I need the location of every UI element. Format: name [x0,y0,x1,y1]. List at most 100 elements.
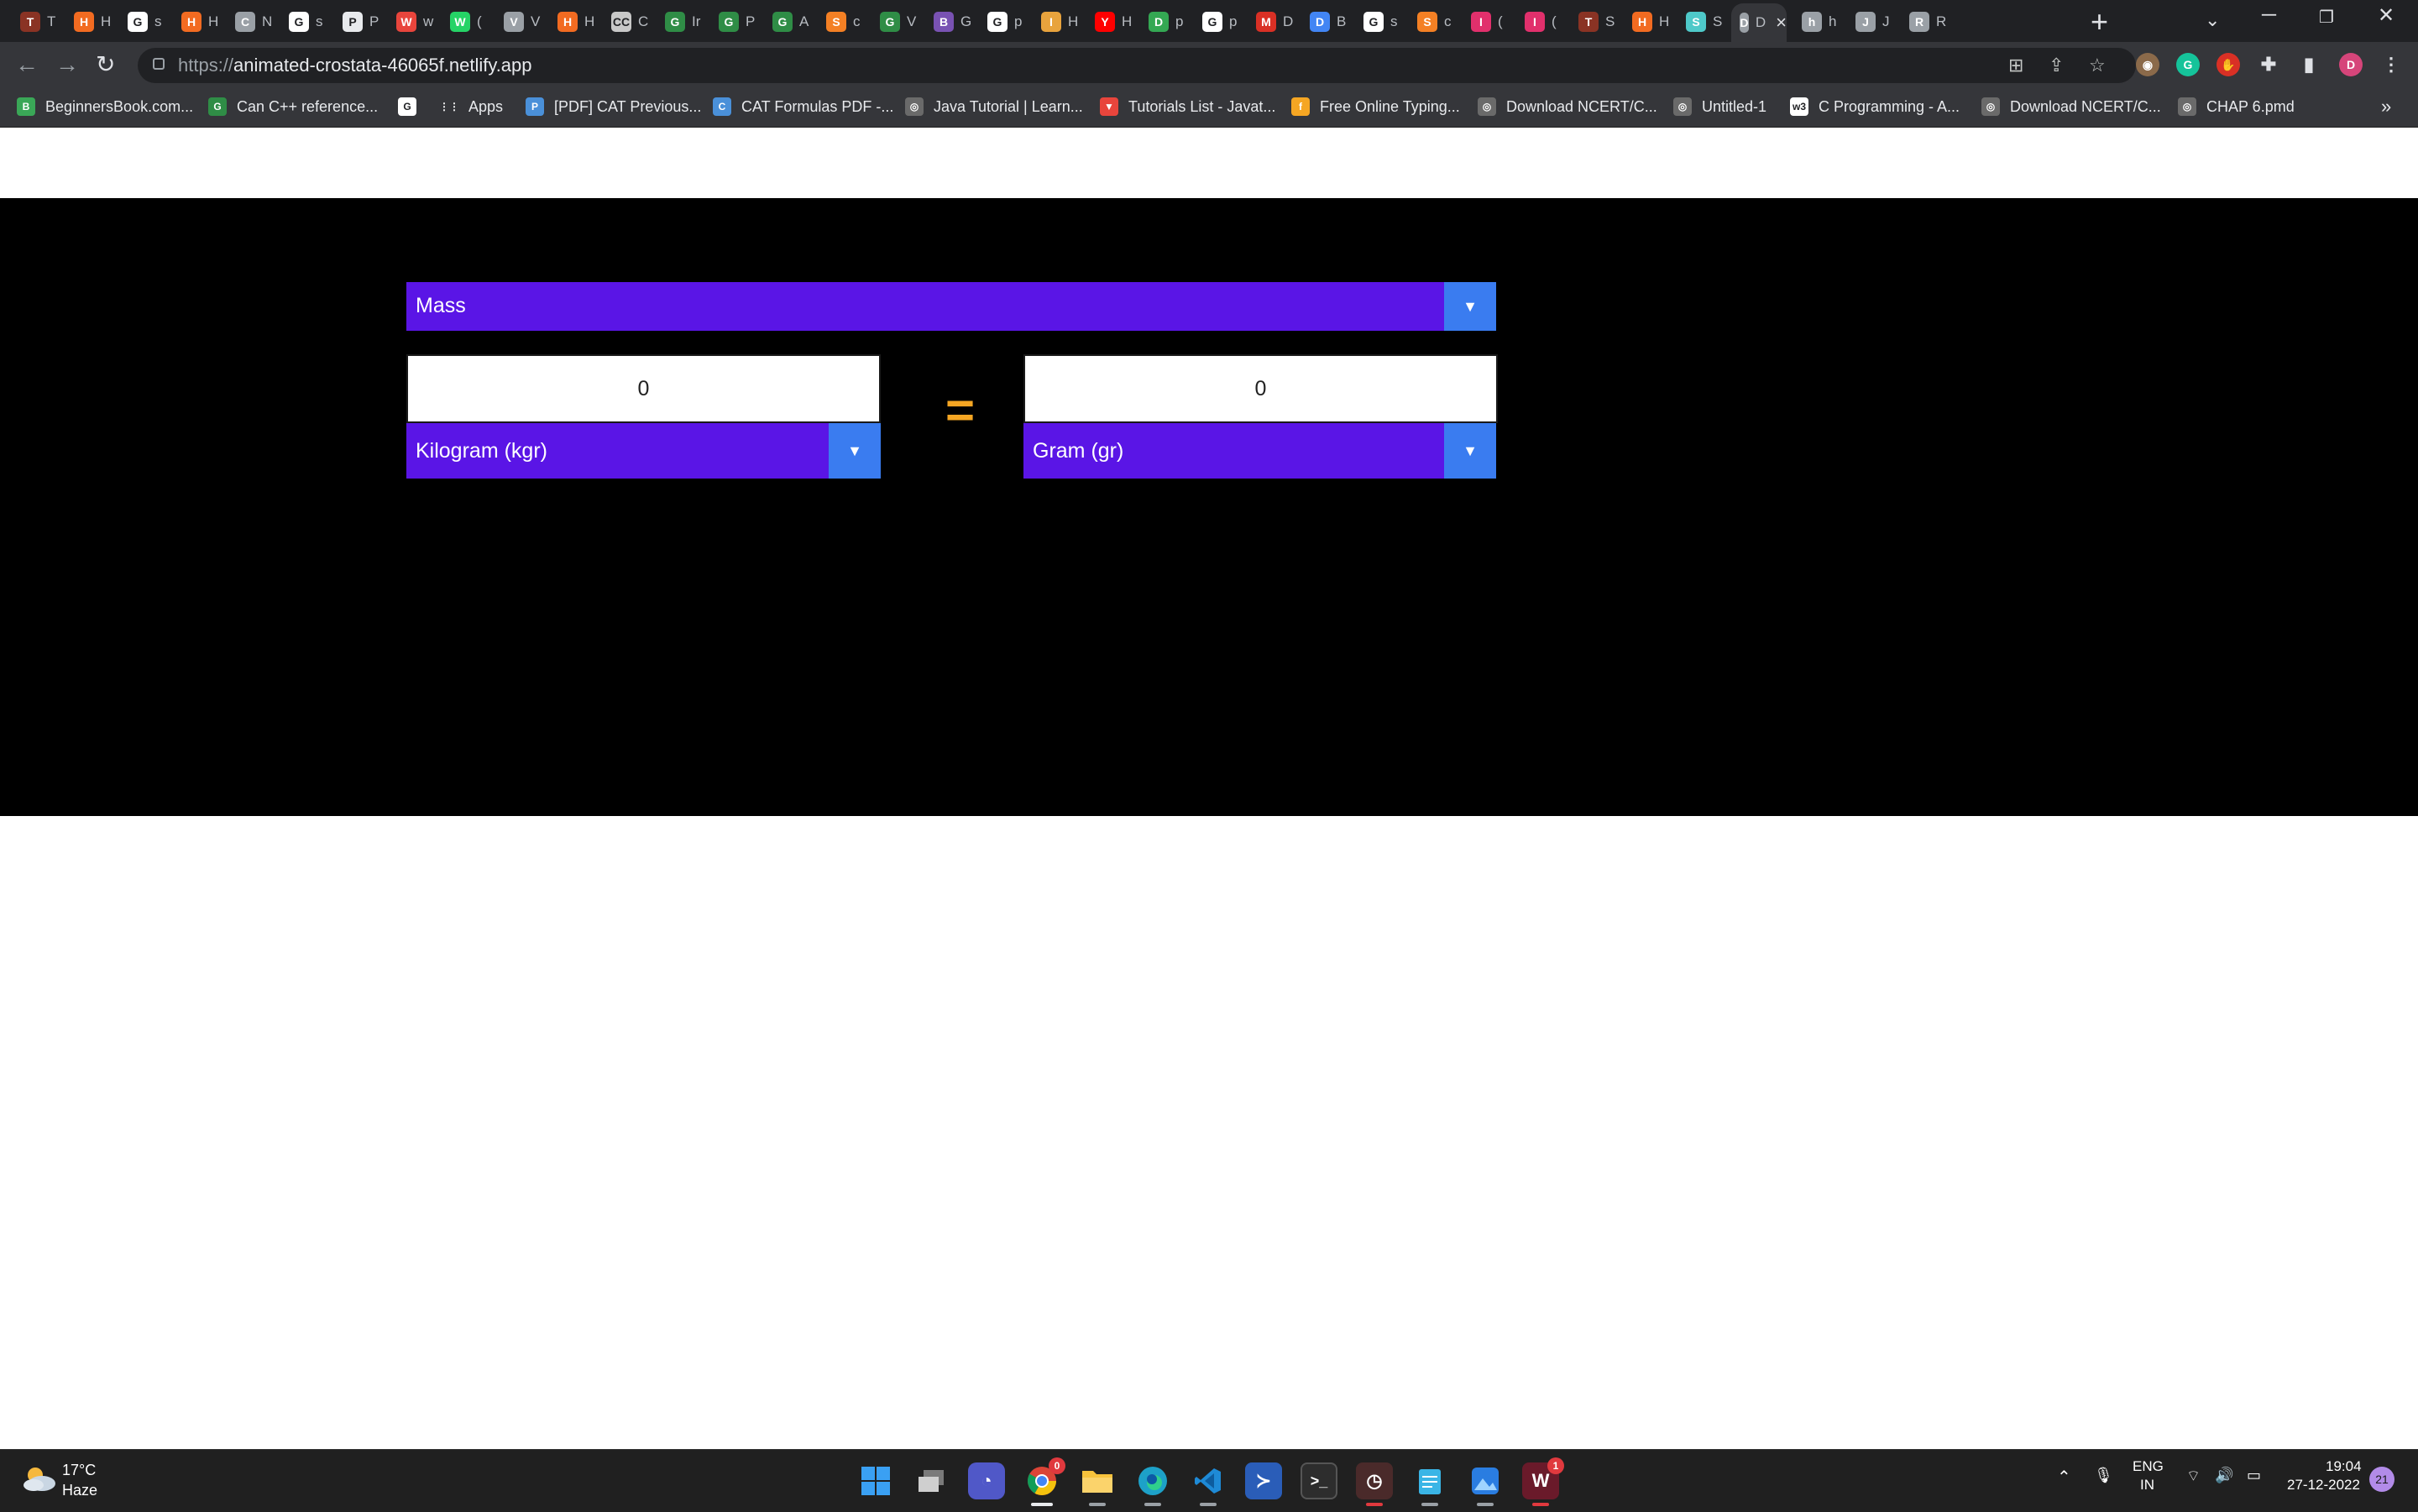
browser-tab[interactable]: Gp [979,5,1033,39]
terminal-icon[interactable]: >_ [1301,1462,1337,1499]
browser-tab[interactable]: I( [1516,5,1570,39]
bookmark-item[interactable]: f Free Online Typing... [1291,97,1460,116]
browser-tab[interactable]: Gp [1194,5,1248,39]
browser-tab[interactable]: MD [1248,5,1301,39]
region-code[interactable]: IN [2140,1477,2154,1494]
app-w-icon[interactable]: W 1 [1522,1457,1564,1506]
browser-tab[interactable]: Dp [1140,5,1194,39]
browser-tab[interactable]: BG [925,5,979,39]
browser-tab[interactable]: GA [764,5,818,39]
browser-tab[interactable]: D D × [1731,3,1787,42]
browser-tab[interactable]: Gs [1355,5,1409,39]
bookmark-item[interactable]: P [PDF] CAT Previous... [526,97,701,116]
battery-icon[interactable]: ▭ [2247,1467,2261,1484]
bookmark-item[interactable]: ◎ Java Tutorial | Learn... [905,97,1083,116]
browser-tab[interactable]: W( [442,5,495,39]
bookmark-item[interactable]: C CAT Formulas PDF -... [713,97,893,116]
bookmark-item[interactable]: G [398,97,427,116]
from-unit-select[interactable]: Kilogram (kgr) ▼ [406,423,881,479]
forward-arrow-icon[interactable]: → [55,52,79,77]
show-hidden-icons-chevron-icon[interactable]: ⌃ [2057,1467,2071,1488]
notepad-icon[interactable] [1411,1462,1448,1506]
browser-tab[interactable]: SS [1677,5,1731,39]
bookmark-item[interactable]: ◎ CHAP 6.pmd [2178,97,2295,116]
from-value-input[interactable]: 0 [406,354,881,423]
browser-tab[interactable]: IH [1033,5,1086,39]
clock-time[interactable]: 19:04 [2326,1458,2362,1475]
teams-chat-icon[interactable]: ◔ [968,1462,1005,1499]
address-bar[interactable]: https://animated-crostata-46065f.netlify… [138,48,2136,83]
browser-tab[interactable]: VV [495,5,549,39]
to-unit-select[interactable]: Gram (gr) ▼ [1023,423,1496,479]
clock-date[interactable]: 27-12-2022 [2287,1477,2360,1494]
side-panel-icon[interactable]: ▮ [2297,53,2321,76]
bookmark-item[interactable]: ⋮⋮ Apps [439,97,503,116]
browser-tab[interactable]: G Ir [657,5,710,39]
bookmark-star-icon[interactable]: ☆ [2089,55,2106,76]
photos-icon[interactable] [1467,1462,1504,1506]
restore-icon[interactable]: ❐ [2319,7,2334,28]
bookmark-item[interactable]: ◎ Untitled-1 [1673,97,1766,116]
close-tab-icon[interactable]: × [1776,12,1787,34]
bookmark-item[interactable]: B BeginnersBook.com... [17,97,193,116]
browser-tab[interactable]: hh [1793,5,1847,39]
weather-haze-icon[interactable] [18,1462,59,1495]
browser-tab[interactable]: TT [12,5,65,39]
dropdown-arrow-icon[interactable]: ▼ [1444,423,1496,479]
microphone-icon[interactable]: 🎙 [2094,1467,2113,1484]
minimize-icon[interactable]: ─ [2262,3,2276,27]
browser-tab[interactable]: PP [334,5,388,39]
task-view-icon[interactable] [913,1462,950,1499]
bookmark-item[interactable]: ◎ Download NCERT/C... [1981,97,2161,116]
browser-tab[interactable]: TS [1570,5,1624,39]
adblock-hand-icon[interactable]: ✋ [2216,53,2240,76]
bookmark-item[interactable]: ◎ Download NCERT/C... [1478,97,1657,116]
browser-tab[interactable]: Gs [119,5,173,39]
start-windows-icon[interactable] [857,1462,894,1499]
extensions-puzzle-icon[interactable]: ✚ [2257,53,2280,76]
grammarly-icon[interactable]: G [2176,53,2200,76]
chrome-icon[interactable]: 0 [1023,1457,1065,1506]
bookmark-item[interactable]: ▼ Tutorials List - Javat... [1100,97,1275,116]
extension-owl-icon[interactable]: ◉ [2136,53,2159,76]
new-tab-button[interactable]: + [2091,7,2108,37]
browser-tab[interactable]: GV [871,5,925,39]
browser-tab[interactable]: GP [710,5,764,39]
vscode-icon[interactable] [1190,1462,1227,1506]
browser-tab[interactable]: RR [1901,5,1955,39]
tab-search-chevron-icon[interactable]: ⌄ [2205,9,2220,31]
bookmark-item[interactable]: w3 C Programming - A... [1790,97,1960,116]
share-icon[interactable]: ⇪ [2049,55,2064,76]
browser-tab[interactable]: YH [1086,5,1140,39]
powershell-icon[interactable]: ≻ [1245,1462,1282,1499]
dropdown-arrow-icon[interactable]: ▼ [829,423,881,479]
reload-icon[interactable]: ↻ [96,52,115,77]
file-explorer-folder-icon[interactable] [1079,1462,1116,1506]
profile-avatar[interactable]: D [2339,53,2363,76]
more-bookmarks-icon[interactable]: » [2381,96,2391,118]
timer-clock-icon[interactable]: ◷ [1356,1462,1393,1506]
bookmark-item[interactable]: G Can C++ reference... [208,97,378,116]
edge-icon[interactable] [1134,1462,1171,1506]
browser-tab[interactable]: Sc [818,5,871,39]
dropdown-arrow-icon[interactable]: ▼ [1444,282,1496,331]
browser-tab[interactable]: Sc [1409,5,1463,39]
translate-icon[interactable]: ⊞ [2008,55,2023,76]
language-code[interactable]: ENG [2133,1458,2164,1475]
back-arrow-icon[interactable]: ← [15,52,39,77]
browser-tab[interactable]: HH [549,5,603,39]
category-select[interactable]: Mass ▼ [406,282,1496,331]
volume-icon[interactable]: 🔊 [2215,1467,2233,1484]
browser-tab[interactable]: CN [227,5,280,39]
close-window-icon[interactable]: ✕ [2378,3,2394,28]
browser-tab[interactable]: Ww [388,5,442,39]
browser-tab[interactable]: JJ [1847,5,1901,39]
browser-tab[interactable]: HH [1624,5,1677,39]
to-value-input[interactable]: 0 [1023,354,1498,423]
browser-tab[interactable]: HH [65,5,119,39]
notification-count-badge[interactable]: 21 [2369,1467,2394,1492]
browser-tab[interactable]: Gs [280,5,334,39]
browser-tab[interactable]: HH [173,5,227,39]
wifi-icon[interactable]: ⌔ [2186,1467,2201,1486]
browser-tab[interactable]: CC C [603,5,657,39]
